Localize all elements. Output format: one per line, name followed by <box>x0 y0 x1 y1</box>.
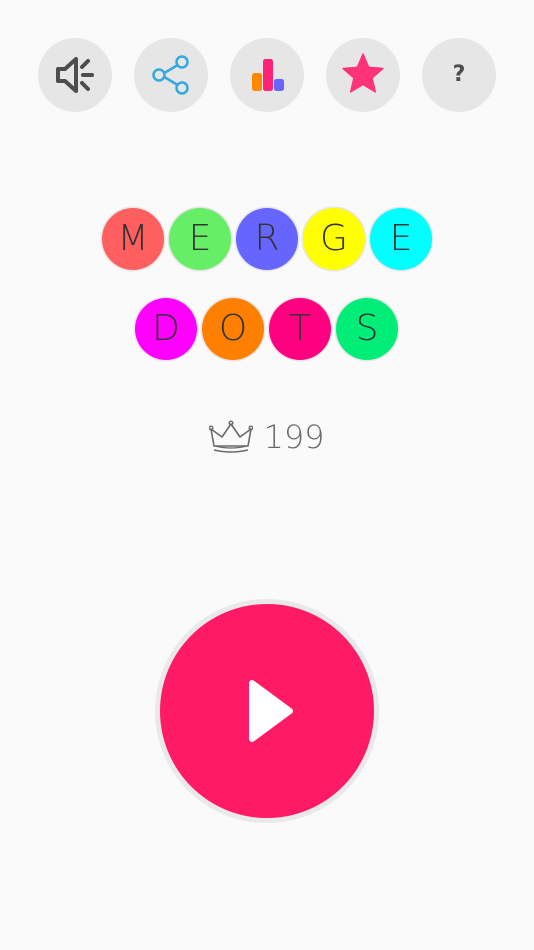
best-score: 199 <box>0 412 534 462</box>
title-dot: R <box>236 208 298 270</box>
question-mark-icon: ? <box>452 62 466 87</box>
share-icon <box>152 55 189 95</box>
play-icon <box>249 680 293 742</box>
sound-toggle-button[interactable] <box>38 38 112 112</box>
title-letter: T <box>289 308 311 349</box>
star-icon <box>342 53 384 93</box>
title-letter: R <box>254 218 280 259</box>
title-dot: E <box>370 208 432 270</box>
share-button[interactable] <box>134 38 208 112</box>
title-letter: S <box>355 308 379 349</box>
title-letter: G <box>320 218 348 259</box>
bar-chart-icon <box>252 59 284 91</box>
title-letter: M <box>117 218 149 259</box>
title-letter: E <box>188 218 212 259</box>
title-letter: O <box>218 308 248 349</box>
best-score-value: 199 <box>263 418 325 456</box>
title-dot: E <box>169 208 231 270</box>
play-button[interactable] <box>160 604 374 818</box>
help-button[interactable]: ? <box>422 38 496 112</box>
crown-icon <box>209 420 254 453</box>
speaker-muted-icon <box>56 57 94 93</box>
title-dot: D <box>135 298 197 360</box>
title-dot: T <box>269 298 331 360</box>
title-dot: G <box>303 208 365 270</box>
play-button-ring <box>155 599 379 823</box>
leaderboard-button[interactable] <box>230 38 304 112</box>
rate-button[interactable] <box>326 38 400 112</box>
title-dot: S <box>336 298 398 360</box>
title-letter: D <box>152 308 180 349</box>
top-toolbar: ? <box>38 38 496 112</box>
title-dot: O <box>202 298 264 360</box>
title-letter: E <box>389 218 413 259</box>
title-dot: M <box>102 208 164 270</box>
